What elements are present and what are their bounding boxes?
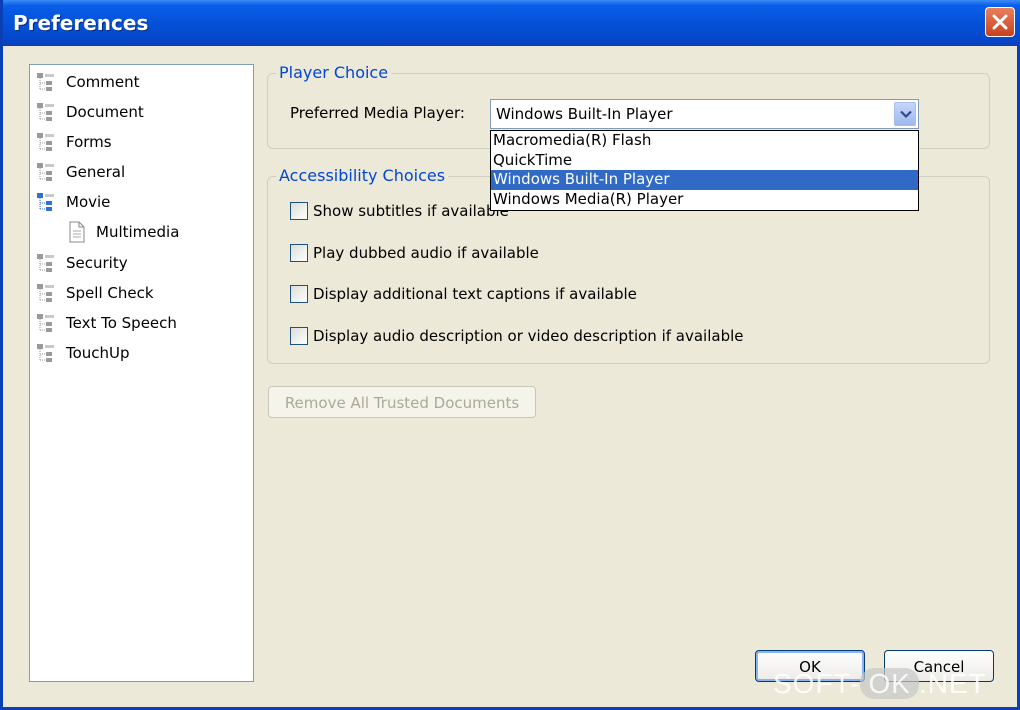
media-player-dropdown-list[interactable]: Macromedia(R) Flash QuickTime Windows Bu… bbox=[490, 130, 919, 211]
media-player-select[interactable]: Windows Built-In Player bbox=[490, 99, 919, 129]
tree-item-forms[interactable]: Forms bbox=[36, 130, 112, 154]
dropdown-button[interactable] bbox=[894, 102, 916, 126]
subtitles-checkbox[interactable] bbox=[290, 202, 308, 220]
tree-item-text-to-speech[interactable]: Text To Speech bbox=[36, 311, 177, 335]
category-tree[interactable]: Comment Document Forms General Movie Mul… bbox=[29, 64, 254, 682]
tree-item-label: TouchUp bbox=[66, 344, 130, 362]
tree-node-icon bbox=[36, 252, 58, 274]
accessibility-legend: Accessibility Choices bbox=[276, 166, 449, 185]
tree-item-label: Multimedia bbox=[96, 223, 180, 241]
checkbox-label: Show subtitles if available bbox=[313, 202, 509, 220]
checkbox-label: Display additional text captions if avai… bbox=[313, 285, 637, 303]
close-button[interactable] bbox=[985, 7, 1015, 37]
close-icon bbox=[992, 14, 1008, 30]
tree-item-movie[interactable]: Movie bbox=[36, 190, 110, 214]
watermark-suffix: .NET bbox=[918, 668, 987, 699]
checkbox-label: Play dubbed audio if available bbox=[313, 244, 539, 262]
tree-item-spell-check[interactable]: Spell Check bbox=[36, 281, 154, 305]
title-bar[interactable]: Preferences bbox=[3, 0, 1020, 46]
tree-item-label: Forms bbox=[66, 133, 112, 151]
remove-trusted-documents-button[interactable]: Remove All Trusted Documents bbox=[268, 386, 536, 418]
tree-item-touchup[interactable]: TouchUp bbox=[36, 341, 130, 365]
tree-item-label: Spell Check bbox=[66, 284, 154, 302]
tree-node-icon bbox=[36, 282, 58, 304]
tree-item-security[interactable]: Security bbox=[36, 251, 128, 275]
tree-item-general[interactable]: General bbox=[36, 160, 125, 184]
tree-node-icon bbox=[36, 312, 58, 334]
tree-item-document[interactable]: Document bbox=[36, 100, 144, 124]
preferences-window: Preferences Comment Document Forms Gener… bbox=[0, 0, 1020, 710]
tree-node-icon bbox=[36, 191, 58, 213]
dropdown-option[interactable]: Windows Media(R) Player bbox=[491, 190, 918, 210]
page-icon bbox=[66, 221, 88, 243]
dropdown-option[interactable]: Macromedia(R) Flash bbox=[491, 131, 918, 151]
tree-item-label: Document bbox=[66, 103, 144, 121]
dubbed-audio-checkbox[interactable] bbox=[290, 244, 308, 262]
tree-node-icon bbox=[36, 71, 58, 93]
audio-description-checkbox[interactable] bbox=[290, 327, 308, 345]
checkbox-row-subtitles[interactable]: Show subtitles if available bbox=[290, 202, 509, 220]
tree-item-comment[interactable]: Comment bbox=[36, 70, 140, 94]
chevron-down-icon bbox=[900, 110, 912, 119]
tree-node-icon bbox=[36, 342, 58, 364]
tree-item-multimedia[interactable]: Multimedia bbox=[66, 220, 179, 244]
watermark: SOFT- OK .NET bbox=[773, 668, 987, 700]
text-captions-checkbox[interactable] bbox=[290, 285, 308, 303]
tree-item-label: Security bbox=[66, 254, 128, 272]
tree-node-icon bbox=[36, 161, 58, 183]
preferred-media-player-label: Preferred Media Player: bbox=[290, 104, 465, 122]
dropdown-option[interactable]: QuickTime bbox=[491, 151, 918, 171]
watermark-prefix: SOFT- bbox=[773, 668, 861, 699]
tree-node-icon bbox=[36, 131, 58, 153]
tree-item-label: General bbox=[66, 163, 126, 181]
player-choice-legend: Player Choice bbox=[276, 63, 392, 82]
tree-item-label: Movie bbox=[66, 193, 111, 211]
dropdown-option-selected[interactable]: Windows Built-In Player bbox=[491, 170, 918, 190]
checkbox-row-text-captions[interactable]: Display additional text captions if avai… bbox=[290, 285, 637, 303]
window-title: Preferences bbox=[13, 11, 149, 35]
checkbox-row-dubbed-audio[interactable]: Play dubbed audio if available bbox=[290, 244, 539, 262]
checkbox-label: Display audio description or video descr… bbox=[313, 327, 744, 345]
media-player-select-value: Windows Built-In Player bbox=[496, 105, 673, 123]
checkbox-row-audio-description[interactable]: Display audio description or video descr… bbox=[290, 327, 744, 345]
tree-item-label: Comment bbox=[66, 73, 140, 91]
tree-item-label: Text To Speech bbox=[66, 314, 177, 332]
tree-node-icon bbox=[36, 101, 58, 123]
watermark-mid: OK bbox=[860, 668, 919, 699]
